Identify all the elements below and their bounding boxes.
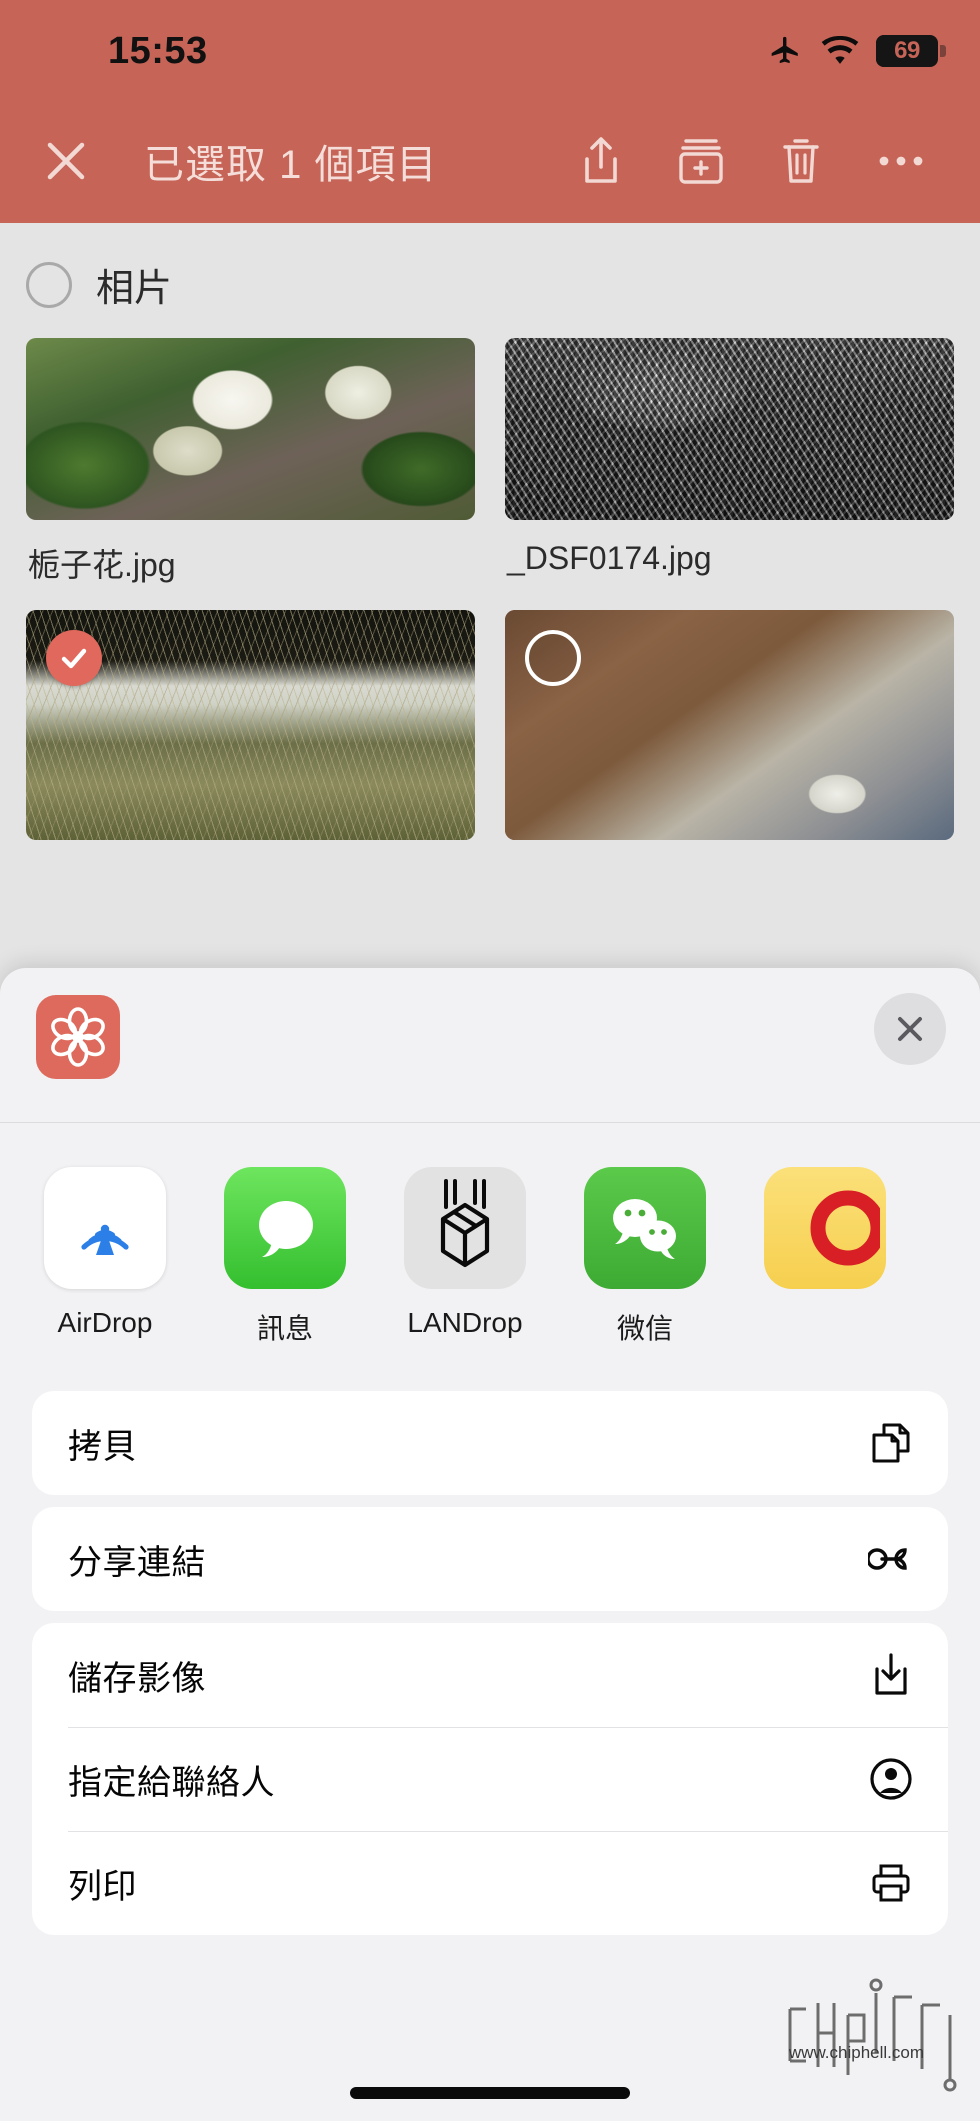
toolbar-actions — [572, 129, 930, 193]
selection-toolbar: 已選取 1 個項目 — [0, 98, 980, 223]
share-target-label: 訊息 — [256, 1313, 313, 1344]
battery-percent-label: 69 — [894, 37, 920, 64]
list-item[interactable] — [505, 610, 954, 840]
checkmark-glyph — [61, 648, 87, 669]
partial-app-glyph — [810, 1190, 880, 1266]
flower-rosette-app-icon — [36, 995, 120, 1079]
photo-filename: 栀子花.jpg — [28, 547, 176, 583]
close-circle-icon[interactable] — [874, 993, 946, 1065]
list-item[interactable]: _DSF0174.jpg — [505, 338, 954, 586]
selection-checkmark-icon[interactable] — [46, 630, 102, 686]
thumbnail-art — [505, 338, 954, 520]
copy-glyph — [872, 1423, 910, 1463]
thumbnail-art — [26, 338, 475, 520]
share-button[interactable] — [572, 129, 630, 193]
photo-thumbnail[interactable] — [26, 338, 475, 520]
battery-icon: 69 — [876, 35, 946, 67]
photo-thumbnail[interactable] — [505, 610, 954, 840]
ellipsis-icon — [879, 156, 923, 165]
top-app-bar: 15:53 69 已選取 1 個項目 — [0, 0, 980, 223]
contact-person-icon — [868, 1756, 914, 1802]
photo-grid: 栀子花.jpg _DSF0174.jpg — [0, 338, 980, 840]
delete-button[interactable] — [772, 129, 830, 193]
status-bar-indicators: 69 — [766, 34, 946, 68]
add-to-album-icon — [679, 138, 723, 184]
action-group-share-link: 分享連結 — [32, 1507, 948, 1611]
more-button[interactable] — [872, 129, 930, 193]
add-to-album-button[interactable] — [672, 129, 730, 193]
action-label: 列印 — [68, 1867, 137, 1906]
trash-icon — [783, 138, 819, 183]
screen-root: 15:53 69 已選取 1 個項目 相片 栀子花.jpg _DSF0174.j… — [0, 0, 980, 2121]
action-label: 指定給聯絡人 — [68, 1763, 275, 1802]
share-target-airdrop[interactable]: AirDrop — [36, 1167, 174, 1339]
photo-thumbnail[interactable] — [505, 338, 954, 520]
wifi-icon — [821, 36, 859, 64]
action-label: 儲存影像 — [68, 1659, 206, 1698]
share-target-wechat[interactable]: 微信 — [576, 1167, 714, 1347]
wechat-icon — [584, 1167, 706, 1289]
share-target-messages[interactable]: 訊息 — [216, 1167, 354, 1347]
messages-bubble-glyph — [259, 1201, 313, 1257]
select-all-circle-icon[interactable] — [26, 261, 72, 308]
airdrop-glyph — [81, 1224, 129, 1255]
action-group-image-actions: 儲存影像 指定給聯絡人 列印 — [32, 1623, 948, 1935]
airdrop-icon — [44, 1167, 166, 1289]
printer-glyph — [872, 1864, 910, 1902]
wechat-bubbles-glyph — [613, 1199, 676, 1259]
person-circle-glyph — [870, 1758, 912, 1800]
photos-section-header: 相片 — [0, 223, 980, 338]
page-title: 已選取 1 個項目 — [144, 142, 438, 187]
share-target-label: LANDrop — [407, 1307, 523, 1338]
print-icon — [868, 1860, 914, 1906]
save-download-icon — [868, 1652, 914, 1698]
share-target-label: AirDrop — [57, 1307, 153, 1338]
list-item[interactable] — [26, 610, 475, 840]
copy-icon — [868, 1420, 914, 1466]
action-label: 分享連結 — [68, 1543, 206, 1582]
photo-filename: _DSF0174.jpg — [507, 540, 712, 576]
link-icon — [868, 1536, 914, 1582]
action-row-print[interactable]: 列印 — [32, 1831, 948, 1935]
photo-browser: 相片 栀子花.jpg _DSF0174.jpg — [0, 223, 980, 973]
status-bar: 15:53 69 — [0, 0, 980, 98]
share-sheet-header — [0, 968, 980, 1123]
landrop-box-icon — [404, 1167, 526, 1289]
close-icon[interactable] — [20, 115, 112, 207]
list-item[interactable]: 栀子花.jpg — [26, 338, 475, 586]
action-row-save-image[interactable]: 儲存影像 — [32, 1623, 948, 1727]
partial-app-icon — [764, 1167, 886, 1289]
selection-empty-circle-icon[interactable] — [525, 630, 581, 686]
action-row-assign-contact[interactable]: 指定給聯絡人 — [32, 1727, 948, 1831]
action-row-share-link[interactable]: 分享連結 — [32, 1507, 948, 1611]
share-target-landrop[interactable]: LANDrop — [396, 1167, 534, 1339]
link-glyph — [868, 1548, 907, 1570]
landrop-box-glyph — [440, 1179, 490, 1268]
share-targets-row: AirDrop 訊息 LANDrop 微信 — [0, 1123, 980, 1379]
share-target-label: 微信 — [616, 1313, 673, 1344]
home-indicator — [350, 2087, 630, 2099]
action-row-copy[interactable]: 拷貝 — [32, 1391, 948, 1495]
share-up-arrow-icon — [585, 136, 617, 183]
status-bar-clock: 15:53 — [108, 30, 208, 72]
close-x-glyph — [898, 1017, 922, 1041]
share-target-partial[interactable] — [756, 1167, 894, 1307]
photo-thumbnail[interactable] — [26, 610, 475, 840]
airplane-mode-icon — [771, 36, 798, 64]
action-group-copy: 拷貝 — [32, 1391, 948, 1495]
close-x-glyph — [47, 142, 85, 179]
flower-rosette-glyph — [51, 1007, 105, 1067]
action-label: 拷貝 — [68, 1427, 137, 1466]
photos-section-label: 相片 — [96, 268, 173, 310]
messages-icon — [224, 1167, 346, 1289]
download-tray-glyph — [875, 1653, 907, 1695]
share-sheet: AirDrop 訊息 LANDrop 微信 拷貝 分享連結 儲存影像 指定給聯絡… — [0, 968, 980, 2121]
